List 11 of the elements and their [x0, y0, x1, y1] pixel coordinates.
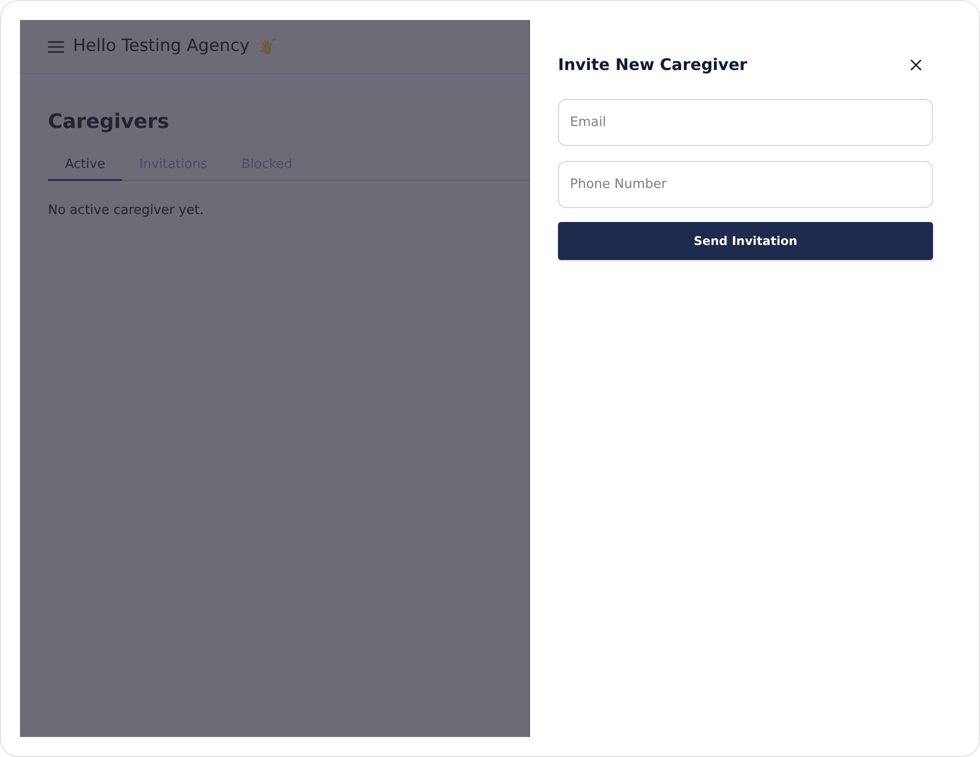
empty-state-message: No active caregiver yet.: [48, 202, 205, 220]
send-invitation-button[interactable]: Send Invitation: [558, 222, 933, 260]
menu-icon[interactable]: [48, 40, 64, 52]
page-title: Caregivers: [48, 108, 170, 134]
close-icon: [910, 59, 922, 71]
waving-hand-icon: [258, 37, 278, 56]
greeting-title: Hello Testing Agency: [73, 34, 250, 58]
input-field[interactable]: Email: [558, 99, 933, 146]
drawer-title: Invite New Caregiver: [558, 54, 748, 76]
tab[interactable]: Active: [48, 151, 122, 181]
input-field[interactable]: Phone Number: [558, 161, 933, 208]
